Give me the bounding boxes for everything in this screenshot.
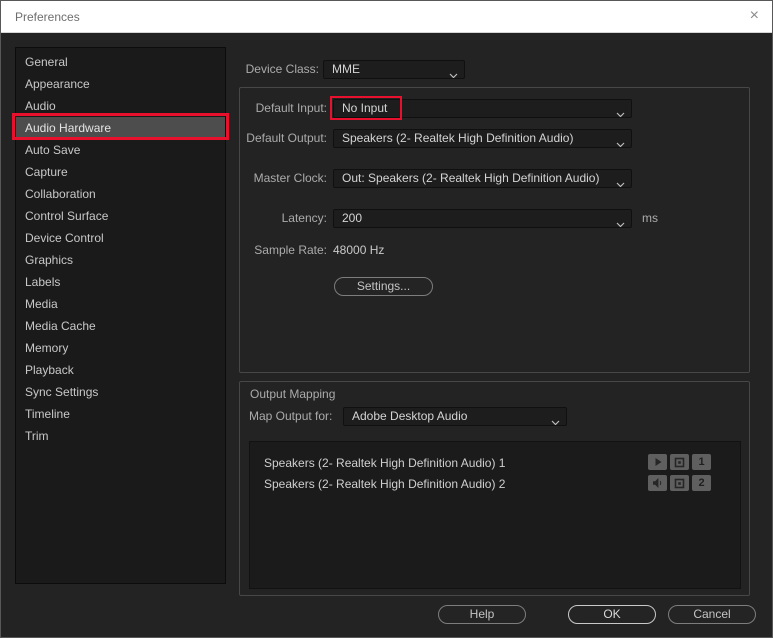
titlebar: Preferences × [1, 1, 772, 33]
chevron-down-icon [616, 176, 625, 187]
output-channel-label: Speakers (2- Realtek High Definition Aud… [264, 456, 506, 470]
latency-label: Latency: [281, 211, 327, 225]
map-output-for-value: Adobe Desktop Audio [352, 409, 468, 423]
channel-mapping-button[interactable] [670, 454, 689, 470]
sample-rate-value: 48000 Hz [333, 243, 385, 257]
sidebar-item-media-cache[interactable]: Media Cache [16, 315, 225, 337]
sidebar-item-timeline[interactable]: Timeline [16, 403, 225, 425]
sidebar: General Appearance Audio Audio Hardware … [15, 47, 226, 584]
output-mapping-row: Speakers (2- Realtek High Definition Aud… [250, 474, 740, 494]
default-input-select[interactable]: No Input [333, 99, 632, 118]
sidebar-item-trim[interactable]: Trim [16, 425, 225, 447]
chevron-down-icon [616, 136, 625, 147]
channel-mapping-button[interactable] [670, 475, 689, 491]
device-class-label: Device Class: [245, 62, 319, 76]
channel-number-badge[interactable]: 1 [692, 454, 711, 470]
default-output-select[interactable]: Speakers (2- Realtek High Definition Aud… [333, 129, 632, 148]
preferences-window: Preferences × General Appearance Audio A… [0, 0, 773, 638]
map-output-for-select[interactable]: Adobe Desktop Audio [343, 407, 567, 426]
window-title: Preferences [15, 10, 80, 24]
channel-number-badge[interactable]: 2 [692, 475, 711, 491]
chevron-down-icon [616, 216, 625, 227]
chevron-down-icon [551, 414, 560, 425]
play-icon [655, 458, 661, 466]
monitor-speaker-button[interactable] [648, 475, 667, 491]
chevron-down-icon [616, 106, 625, 117]
help-button[interactable]: Help [438, 605, 526, 624]
sidebar-item-media[interactable]: Media [16, 293, 225, 315]
device-class-value: MME [332, 62, 360, 76]
settings-button[interactable]: Settings... [334, 277, 433, 296]
sample-rate-label: Sample Rate: [254, 243, 327, 257]
chevron-down-icon [449, 67, 458, 78]
output-channel-label: Speakers (2- Realtek High Definition Aud… [264, 477, 506, 491]
default-input-value: No Input [342, 101, 388, 115]
default-input-label: Default Input: [255, 101, 327, 115]
map-output-for-label: Map Output for: [249, 409, 333, 423]
default-output-label: Default Output: [246, 131, 327, 145]
master-clock-value: Out: Speakers (2- Realtek High Definitio… [342, 171, 600, 185]
latency-unit: ms [642, 211, 658, 225]
master-clock-select[interactable]: Out: Speakers (2- Realtek High Definitio… [333, 169, 632, 188]
close-icon[interactable]: × [750, 7, 759, 25]
output-mapping-title: Output Mapping [250, 387, 336, 401]
monitor-play-button[interactable] [648, 454, 667, 470]
speaker-icon [653, 478, 662, 488]
latency-select[interactable]: 200 [333, 209, 632, 228]
mapping-grid-icon [674, 478, 685, 488]
cancel-button[interactable]: Cancel [668, 605, 756, 624]
sidebar-item-labels[interactable]: Labels [16, 271, 225, 293]
sidebar-item-memory[interactable]: Memory [16, 337, 225, 359]
ok-button[interactable]: OK [568, 605, 656, 624]
master-clock-label: Master Clock: [253, 171, 327, 185]
sidebar-item-playback[interactable]: Playback [16, 359, 225, 381]
output-mapping-row: Speakers (2- Realtek High Definition Aud… [250, 453, 740, 473]
output-mapping-list: Speakers (2- Realtek High Definition Aud… [249, 441, 741, 589]
latency-value: 200 [342, 211, 363, 225]
mapping-grid-icon [674, 457, 685, 467]
device-class-select[interactable]: MME [323, 60, 465, 79]
default-output-value: Speakers (2- Realtek High Definition Aud… [342, 131, 574, 145]
sidebar-item-sync-settings[interactable]: Sync Settings [16, 381, 225, 403]
